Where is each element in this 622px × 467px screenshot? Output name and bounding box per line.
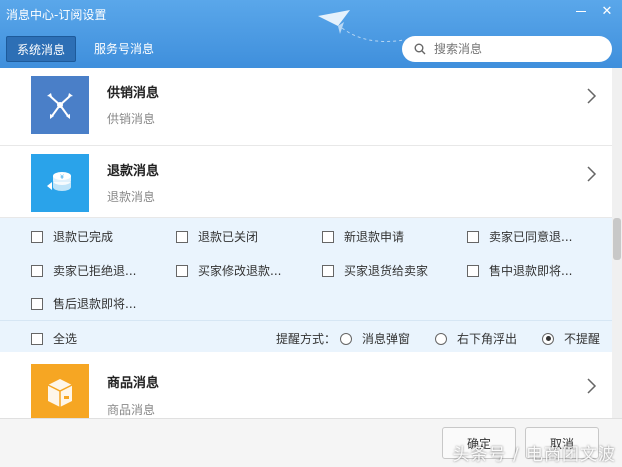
remind-label: 提醒方式： <box>276 332 337 346</box>
checkbox-after-sale-refund[interactable]: 售后退款即将... <box>31 295 136 312</box>
network-icon <box>31 76 89 134</box>
checkbox-buyer-returned[interactable]: 买家退货给卖家 <box>322 262 428 279</box>
checkbox-refund-completed[interactable]: 退款已完成 <box>31 228 113 245</box>
minimize-icon[interactable] <box>576 4 586 12</box>
watermark: 头条号 / 电商团文波 <box>452 445 616 465</box>
close-icon[interactable]: ✕ <box>600 4 614 19</box>
item-subtitle: 商品消息 <box>107 403 156 417</box>
window-title: 消息中心-订阅设置 <box>6 8 107 22</box>
radio-no-remind[interactable]: 不提醒 <box>542 330 600 347</box>
paper-plane-icon <box>318 10 405 42</box>
item-title: 退款消息 <box>107 164 160 179</box>
search-input[interactable] <box>434 42 594 56</box>
checkbox-seller-rejected[interactable]: 卖家已拒绝退... <box>31 262 136 279</box>
package-icon <box>31 364 89 418</box>
checkbox-seller-agreed[interactable]: 卖家已同意退... <box>467 228 572 245</box>
refund-options-footer: 全选 提醒方式： 消息弹窗 右下角浮出 不提醒 <box>0 320 612 352</box>
item-subtitle: 供销消息 <box>107 112 156 126</box>
checkbox-select-all[interactable]: 全选 <box>31 330 77 347</box>
list-item-refund[interactable]: ¥ 退款消息 退款消息 <box>0 146 612 218</box>
tab-service-messages[interactable]: 服务号消息 <box>84 36 164 62</box>
chevron-right-icon[interactable] <box>586 86 598 106</box>
search-box[interactable] <box>402 36 612 62</box>
scrollbar[interactable] <box>612 68 622 418</box>
chevron-right-icon[interactable] <box>586 376 598 396</box>
item-title: 供销消息 <box>107 86 160 101</box>
subscription-list: 供销消息 供销消息 ¥ 退款消息 退款消息 退款已完成 退款已关闭 新退款申请 … <box>0 68 612 418</box>
checkbox-new-refund[interactable]: 新退款申请 <box>322 228 404 245</box>
item-subtitle: 退款消息 <box>107 190 156 204</box>
scroll-thumb[interactable] <box>613 218 621 260</box>
refund-options-panel: 退款已完成 退款已关闭 新退款申请 卖家已同意退... 卖家已拒绝退... 买家… <box>0 218 612 352</box>
checkbox-in-sale-refund[interactable]: 售中退款即将... <box>467 262 572 279</box>
tab-system-messages[interactable]: 系统消息 <box>6 36 77 62</box>
svg-text:¥: ¥ <box>60 174 64 181</box>
list-item-product[interactable]: 商品消息 商品消息 <box>0 352 612 418</box>
radio-corner-float[interactable]: 右下角浮出 <box>435 330 517 347</box>
checkbox-buyer-modified[interactable]: 买家修改退款... <box>176 262 281 279</box>
item-title: 商品消息 <box>107 376 160 391</box>
coin-refund-icon: ¥ <box>31 154 89 212</box>
checkbox-refund-closed[interactable]: 退款已关闭 <box>176 228 258 245</box>
title-bar: 消息中心-订阅设置 ✕ 系统消息 服务号消息 <box>0 0 622 68</box>
list-item-supply[interactable]: 供销消息 供销消息 <box>0 68 612 146</box>
chevron-down-icon[interactable] <box>586 164 598 184</box>
radio-popup[interactable]: 消息弹窗 <box>340 330 410 347</box>
search-icon <box>414 43 426 55</box>
